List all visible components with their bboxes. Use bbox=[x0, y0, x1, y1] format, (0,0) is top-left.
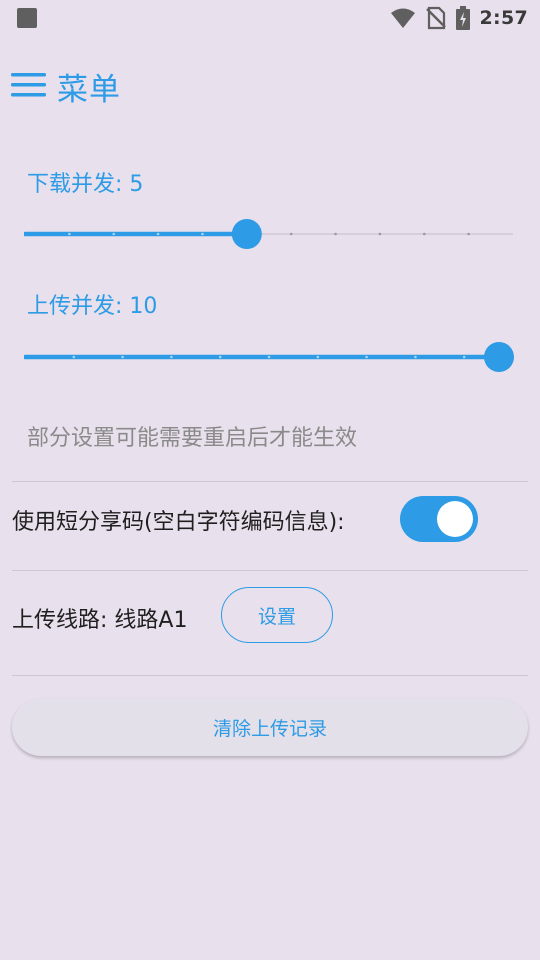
battery-charging-icon bbox=[455, 6, 470, 30]
slider-tick bbox=[68, 232, 71, 236]
slider-tick bbox=[112, 232, 116, 236]
no-sim-icon bbox=[425, 6, 446, 30]
slider-tick bbox=[72, 355, 76, 359]
divider bbox=[12, 481, 528, 482]
download-concurrency-slider[interactable] bbox=[24, 219, 514, 249]
upload-concurrency-label: 上传并发: 10 bbox=[27, 294, 158, 319]
slider-tick bbox=[414, 355, 417, 359]
status-bar: 2:57 bbox=[0, 0, 540, 36]
status-icons: 2:57 bbox=[390, 5, 528, 31]
slider-tick bbox=[422, 232, 426, 236]
download-concurrency-label: 下载并发: 5 bbox=[27, 172, 144, 197]
toggle-knob bbox=[437, 501, 473, 537]
restart-note: 部分设置可能需要重启后才能生效 bbox=[27, 426, 358, 451]
upload-route-label: 上传线路: 线路A1 bbox=[12, 608, 188, 633]
app-bar: 菜单 bbox=[0, 56, 540, 112]
slider-tick bbox=[218, 355, 222, 359]
slider-tick bbox=[378, 232, 382, 236]
slider-tick bbox=[334, 232, 337, 236]
slider-tick bbox=[267, 355, 271, 359]
slider-tick bbox=[201, 232, 204, 236]
clear-upload-records-button[interactable]: 清除上传记录 bbox=[12, 698, 528, 756]
slider-tick bbox=[316, 355, 320, 359]
slider-tick bbox=[156, 232, 160, 236]
notification-square-icon bbox=[17, 8, 37, 28]
route-settings-button[interactable]: 设置 bbox=[221, 587, 333, 643]
slider-thumb bbox=[231, 219, 262, 249]
short-code-toggle[interactable] bbox=[400, 496, 478, 542]
slider-thumb bbox=[484, 342, 514, 372]
upload-concurrency-slider[interactable] bbox=[24, 342, 514, 372]
slider-tick bbox=[121, 355, 124, 359]
divider bbox=[12, 675, 528, 676]
wifi-icon bbox=[390, 8, 415, 28]
slider-tick bbox=[170, 355, 173, 359]
slider-tick bbox=[365, 355, 368, 359]
divider bbox=[12, 570, 528, 571]
slider-tick bbox=[462, 355, 466, 359]
slider-tick bbox=[289, 232, 293, 236]
page-title: 菜单 bbox=[57, 72, 121, 108]
short-code-label: 使用短分享码(空白字符编码信息): bbox=[12, 510, 345, 535]
slider-tick bbox=[467, 232, 470, 236]
status-time: 2:57 bbox=[479, 7, 528, 29]
menu-icon[interactable] bbox=[11, 71, 47, 99]
